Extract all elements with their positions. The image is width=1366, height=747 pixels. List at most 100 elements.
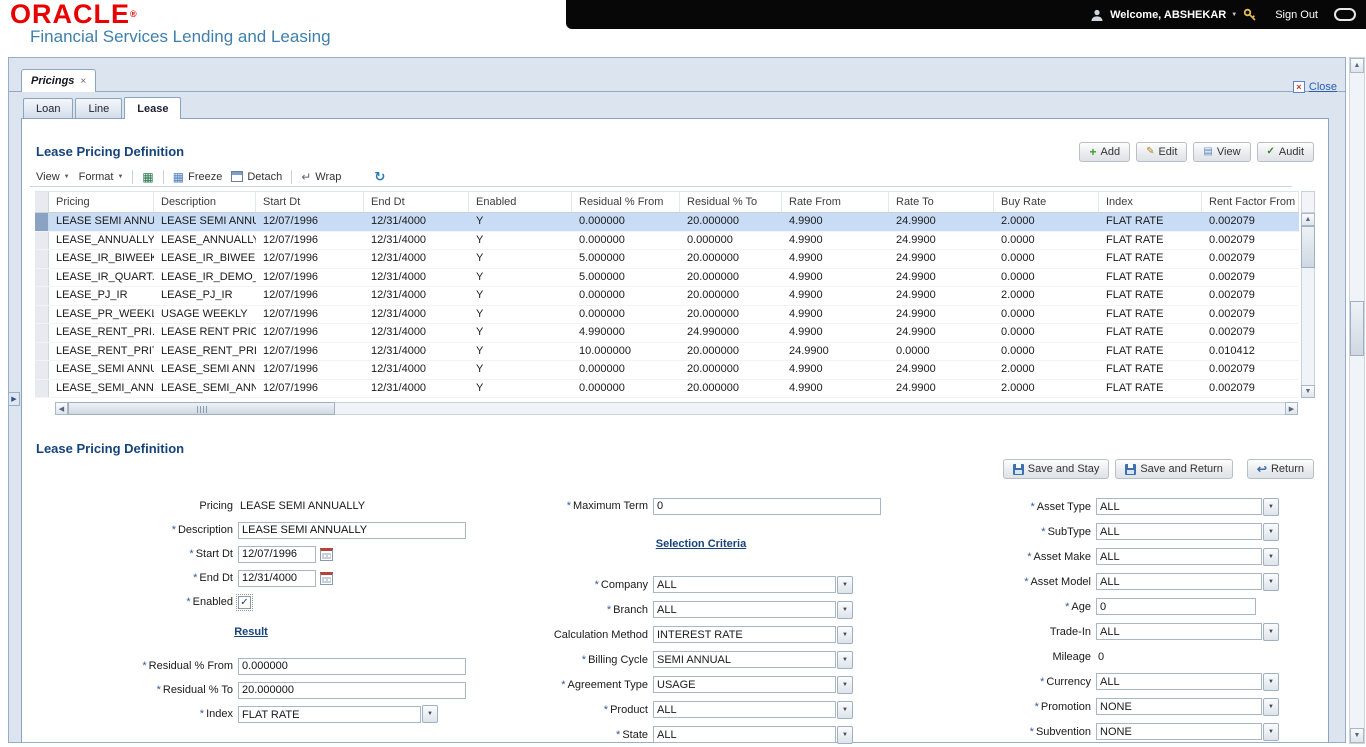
dropdown-icon[interactable]: ▼ xyxy=(1263,723,1279,741)
column-header[interactable]: Pricing xyxy=(49,192,154,212)
company-select[interactable]: ALL ▼ xyxy=(653,576,853,594)
table-row[interactable]: LEASE_RENT_PRIT...LEASE_RENT_PRIT...12/0… xyxy=(35,343,1299,362)
residual-to-input[interactable] xyxy=(238,682,466,699)
calendar-icon[interactable] xyxy=(320,548,333,561)
dropdown-icon[interactable]: ▼ xyxy=(837,701,853,719)
dropdown-icon[interactable]: ▼ xyxy=(837,576,853,594)
horizontal-scroll-thumb[interactable] xyxy=(68,402,335,415)
detach-button[interactable]: Detach xyxy=(231,171,282,183)
currency-select[interactable]: ALL ▼ xyxy=(1096,673,1279,691)
index-select[interactable]: FLAT RATE ▼ xyxy=(238,705,438,723)
column-header[interactable]: Description xyxy=(154,192,256,212)
column-header[interactable]: Residual % From xyxy=(572,192,680,212)
table-row[interactable]: LEASE_IR_QUART...LEASE_IR_DEMO_...12/07/… xyxy=(35,269,1299,288)
logout-icon[interactable] xyxy=(1334,8,1356,21)
calendar-icon[interactable] xyxy=(320,572,333,585)
add-button[interactable]: + Add xyxy=(1079,142,1130,162)
asset-make-select[interactable]: ALL ▼ xyxy=(1096,548,1279,566)
scroll-right-button[interactable]: ▶ xyxy=(1285,402,1298,415)
view-menu[interactable]: View ▼ xyxy=(36,171,70,183)
wrap-button[interactable]: ↵ Wrap xyxy=(301,171,341,183)
view-button[interactable]: ▤ View xyxy=(1193,142,1250,162)
column-header[interactable]: Residual % To xyxy=(680,192,782,212)
dropdown-icon[interactable]: ▼ xyxy=(1263,698,1279,716)
scroll-up-button[interactable]: ▲ xyxy=(1301,213,1315,226)
column-header[interactable]: Rate To xyxy=(889,192,994,212)
table-row[interactable]: LEASE_PR_WEEKLYUSAGE WEEKLY12/07/199612/… xyxy=(35,306,1299,325)
trade-in-select[interactable]: ALL ▼ xyxy=(1096,623,1279,641)
column-header[interactable]: End Dt xyxy=(364,192,469,212)
calculation-method-select[interactable]: INTEREST RATE ▼ xyxy=(653,626,853,644)
tab-pricings[interactable]: Pricings × xyxy=(21,69,96,92)
return-button[interactable]: ↩ Return xyxy=(1247,459,1314,479)
tab-loan[interactable]: Loan xyxy=(23,98,73,118)
dropdown-icon[interactable]: ▼ xyxy=(837,726,853,744)
table-row[interactable]: LEASE_IR_BIWEEK...LEASE_IR_BIWEEK...12/0… xyxy=(35,250,1299,269)
table-row[interactable]: LEASE_SEMI ANNU...LEASE_SEMI ANNU...12/0… xyxy=(35,361,1299,380)
dropdown-icon[interactable]: ▼ xyxy=(1263,623,1279,641)
format-menu[interactable]: Format ▼ xyxy=(79,171,124,183)
column-header[interactable]: Buy Rate xyxy=(994,192,1099,212)
column-header[interactable]: Enabled xyxy=(469,192,572,212)
save-and-stay-button[interactable]: Save and Stay xyxy=(1003,459,1110,479)
dropdown-icon[interactable]: ▼ xyxy=(1263,523,1279,541)
table-row[interactable]: LEASE SEMI ANNU...LEASE SEMI ANNU...12/0… xyxy=(35,213,1299,232)
welcome-user-menu[interactable]: Welcome, ABSHEKAR ▼ xyxy=(1110,9,1237,21)
audit-button[interactable]: ✓ Audit xyxy=(1257,142,1314,162)
tab-close-icon[interactable]: × xyxy=(80,76,86,87)
dropdown-icon[interactable]: ▼ xyxy=(837,626,853,644)
billing-cycle-select[interactable]: SEMI ANNUAL ▼ xyxy=(653,651,853,669)
scroll-left-button[interactable]: ◀ xyxy=(55,402,68,415)
product-select[interactable]: ALL ▼ xyxy=(653,701,853,719)
freeze-button[interactable]: ▦ Freeze xyxy=(173,171,223,183)
tab-lease[interactable]: Lease xyxy=(124,97,181,119)
table-row[interactable]: LEASE_PJ_IRLEASE_PJ_IR12/07/199612/31/40… xyxy=(35,287,1299,306)
page-scroll-track[interactable] xyxy=(1350,356,1364,728)
page-scroll-down-button[interactable]: ▼ xyxy=(1350,728,1364,743)
export-icon[interactable]: ▦ xyxy=(142,171,153,183)
page-scroll-up-button[interactable]: ▲ xyxy=(1350,58,1364,73)
sign-out-link[interactable]: Sign Out xyxy=(1275,9,1318,21)
dropdown-icon[interactable]: ▼ xyxy=(1263,573,1279,591)
asset-type-select[interactable]: ALL ▼ xyxy=(1096,498,1279,516)
dropdown-icon[interactable]: ▼ xyxy=(422,705,438,723)
dropdown-icon[interactable]: ▼ xyxy=(837,651,853,669)
enabled-checkbox[interactable]: ✓ xyxy=(238,596,251,609)
branch-select[interactable]: ALL ▼ xyxy=(653,601,853,619)
dropdown-icon[interactable]: ▼ xyxy=(1263,498,1279,516)
description-input[interactable] xyxy=(238,522,466,539)
agreement-type-select[interactable]: USAGE ▼ xyxy=(653,676,853,694)
asset-model-select[interactable]: ALL ▼ xyxy=(1096,573,1279,591)
scroll-down-button[interactable]: ▼ xyxy=(1301,385,1315,398)
horizontal-scroll-track[interactable] xyxy=(335,402,1285,415)
residual-from-input[interactable] xyxy=(238,658,466,675)
promotion-select[interactable]: NONE ▼ xyxy=(1096,698,1279,716)
refresh-icon[interactable]: ↻ xyxy=(374,170,385,183)
table-row[interactable]: LEASE_RENT_PRI...LEASE RENT PRICI...12/0… xyxy=(35,324,1299,343)
page-scroll-thumb[interactable] xyxy=(1350,301,1364,356)
maximum-term-input[interactable] xyxy=(653,498,881,515)
subvention-select[interactable]: NONE ▼ xyxy=(1096,723,1279,741)
close-window-link[interactable]: × Close xyxy=(1293,81,1337,93)
dropdown-icon[interactable]: ▼ xyxy=(837,676,853,694)
table-row[interactable]: LEASE_SEMI_ANN...LEASE_SEMI_ANN...12/07/… xyxy=(35,380,1299,399)
start-dt-input[interactable] xyxy=(238,546,316,563)
dropdown-icon[interactable]: ▼ xyxy=(837,601,853,619)
column-header[interactable]: Rent Factor From xyxy=(1202,192,1299,212)
column-header[interactable]: Index xyxy=(1099,192,1202,212)
dropdown-icon[interactable]: ▼ xyxy=(1263,673,1279,691)
table-row[interactable]: LEASE_ANNUALLYLEASE_ANNUALLY...12/07/199… xyxy=(35,232,1299,251)
column-header[interactable]: Start Dt xyxy=(256,192,364,212)
dropdown-icon[interactable]: ▼ xyxy=(1263,548,1279,566)
end-dt-input[interactable] xyxy=(238,570,316,587)
tab-line[interactable]: Line xyxy=(75,98,122,118)
state-select[interactable]: ALL ▼ xyxy=(653,726,853,744)
vertical-scroll-track[interactable] xyxy=(1301,268,1315,385)
save-and-return-button[interactable]: Save and Return xyxy=(1115,459,1233,479)
subtype-select[interactable]: ALL ▼ xyxy=(1096,523,1279,541)
splitter-toggle[interactable]: ▶ xyxy=(8,392,20,406)
age-input[interactable] xyxy=(1096,598,1256,615)
edit-button[interactable]: ✎ Edit xyxy=(1136,142,1187,162)
page-scroll-track[interactable] xyxy=(1350,73,1364,301)
vertical-scroll-thumb[interactable] xyxy=(1301,226,1315,268)
